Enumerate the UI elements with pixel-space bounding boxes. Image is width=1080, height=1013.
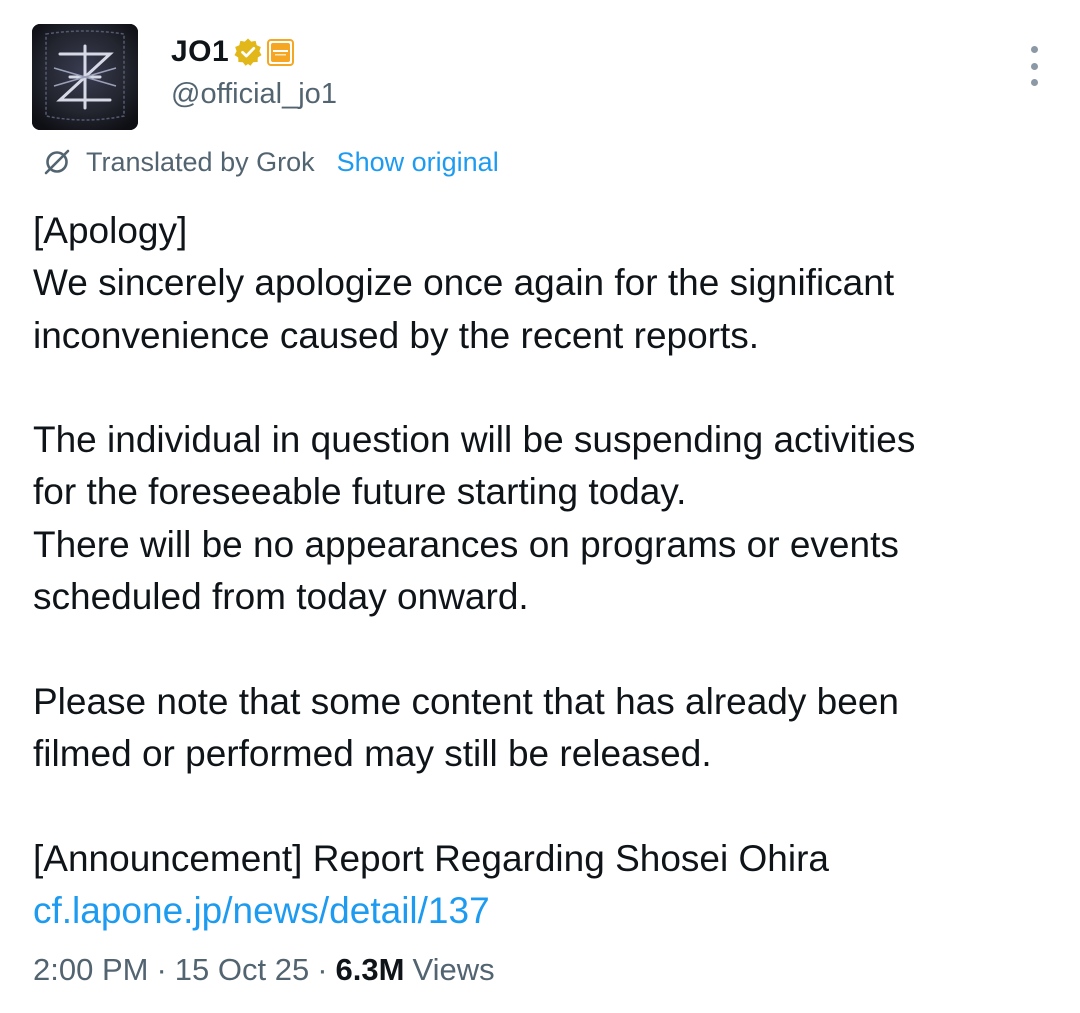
text-line: inconvenience caused by the recent repor… <box>33 314 760 356</box>
display-name[interactable]: JO1 <box>171 35 229 69</box>
text-line: Please note that some content that has a… <box>33 680 899 722</box>
tweet-time[interactable]: 2:00 PM <box>33 952 148 988</box>
tweet-meta: 2:00 PM · 15 Oct 25 · 6.3M Views <box>33 948 495 992</box>
announcement-link[interactable]: cf.lapone.jp/news/detail/137 <box>33 890 490 931</box>
more-options-icon[interactable] <box>1020 46 1048 86</box>
display-name-row: JO1 <box>171 34 337 70</box>
more-dot <box>1030 46 1038 53</box>
text-line: filmed or performed may still be release… <box>33 732 712 774</box>
text-line: for the foreseeable future starting toda… <box>33 471 687 513</box>
separator: · <box>317 952 328 987</box>
jo1-logo-avatar <box>32 24 138 130</box>
link-line: cf.lapone.jp/news/detail/137 <box>33 885 1048 937</box>
more-dot <box>1030 79 1038 86</box>
more-dot <box>1030 62 1038 70</box>
text-line: The individual in question will be suspe… <box>33 419 916 461</box>
translated-label: Translated by Grok <box>86 146 315 177</box>
text-line: There will be no appearances on programs… <box>33 523 899 565</box>
author-names: JO1 @official_jo1 <box>171 34 337 111</box>
author-handle[interactable]: @official_jo1 <box>171 78 337 111</box>
translation-bar: Translated by Grok Show original <box>42 143 499 181</box>
grok-icon <box>44 149 70 175</box>
views-count[interactable]: 6.3M <box>336 952 405 988</box>
separator: · <box>156 952 167 987</box>
tweet-text: [Apology] We sincerely apologize once ag… <box>33 205 1048 937</box>
affiliate-badge-icon[interactable] <box>267 38 295 66</box>
text-line: [Announcement] Report Regarding Shosei O… <box>33 837 829 879</box>
tweet-header: JO1 @official_jo1 <box>32 24 1048 130</box>
verified-badge-icon[interactable] <box>233 37 263 67</box>
views-label: Views <box>412 952 495 987</box>
text-line: [Apology] <box>33 210 188 251</box>
avatar[interactable] <box>32 24 138 130</box>
text-line: We sincerely apologize once again for th… <box>33 262 895 304</box>
tweet-date[interactable]: 15 Oct 25 <box>175 952 309 988</box>
text-line: scheduled from today onward. <box>33 576 529 618</box>
show-original-link[interactable]: Show original <box>337 147 499 178</box>
